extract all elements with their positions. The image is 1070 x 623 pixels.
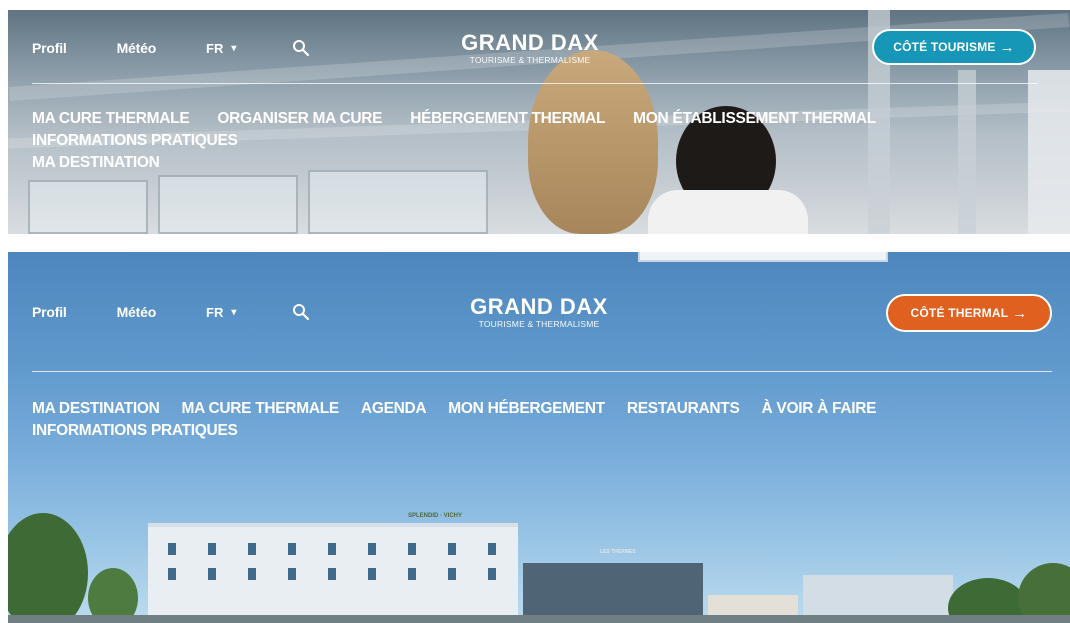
window: [368, 568, 376, 580]
main-menu: MA CURE THERMALE ORGANISER MA CURE HÉBER…: [32, 108, 1052, 174]
weather-link[interactable]: Météo: [117, 40, 157, 56]
window: [208, 543, 216, 555]
menu-item-agenda[interactable]: AGENDA: [361, 398, 427, 420]
header-divider: [32, 371, 1052, 372]
menu-item-informations-pratiques[interactable]: INFORMATIONS PRATIQUES: [32, 130, 238, 152]
utility-links: Profil Météo FR ▾: [32, 18, 310, 78]
header-divider: [32, 83, 1038, 84]
menu-item-mon-hebergement[interactable]: MON HÉBERGEMENT: [448, 398, 605, 420]
search-icon[interactable]: [292, 39, 310, 57]
tree: [8, 513, 88, 623]
menu-item-ma-destination[interactable]: MA DESTINATION: [32, 152, 1052, 174]
menu-item-informations-pratiques[interactable]: INFORMATIONS PRATIQUES: [32, 420, 238, 442]
chevron-down-icon: ▾: [231, 306, 237, 318]
tourism-site-header-screenshot: Profil Météo FR ▾ GRAND DAX TOURISME & T…: [8, 252, 1070, 623]
window: [168, 543, 176, 555]
cote-tourisme-button[interactable]: CÔTÉ TOURISME →: [872, 29, 1036, 65]
chevron-down-icon: ▾: [231, 42, 237, 54]
window: [328, 568, 336, 580]
window: [248, 568, 256, 580]
window: [288, 543, 296, 555]
arrow-right-icon: →: [1012, 304, 1028, 322]
tree: [1018, 563, 1070, 623]
main-menu: MA DESTINATION MA CURE THERMALE AGENDA M…: [32, 398, 1062, 442]
window: [328, 543, 336, 555]
brand-name: GRAND DAX: [470, 293, 608, 319]
menu-item-restaurants[interactable]: RESTAURANTS: [627, 398, 740, 420]
top-bar: Profil Météo FR ▾ GRAND DAX TOURISME & T…: [8, 18, 1070, 78]
menu-item-ma-cure-thermale[interactable]: MA CURE THERMALE: [32, 108, 190, 130]
menu-item-organiser-ma-cure[interactable]: ORGANISER MA CURE: [217, 108, 382, 130]
person-coat: [648, 190, 808, 234]
profile-link[interactable]: Profil: [32, 304, 67, 320]
window: [368, 543, 376, 555]
brand-logo[interactable]: GRAND DAX TOURISME & THERMALISME: [464, 282, 614, 342]
menu-item-mon-etablissement-thermal[interactable]: MON ÉTABLISSEMENT THERMAL: [633, 108, 876, 130]
window: [408, 543, 416, 555]
language-label: FR: [206, 40, 224, 56]
language-label: FR: [206, 304, 224, 320]
profile-link[interactable]: Profil: [32, 40, 67, 56]
hotel-sign: SPLENDID · VICHY: [408, 513, 463, 519]
city-skyline-photo: SPLENDID · VICHY LES THERMES: [8, 483, 1070, 623]
menu-item-a-voir-a-faire[interactable]: À VOIR À FAIRE: [762, 398, 877, 420]
thermal-site-header-screenshot: Profil Météo FR ▾ GRAND DAX TOURISME & T…: [8, 10, 1070, 234]
window: [208, 568, 216, 580]
arrow-right-icon: →: [999, 38, 1015, 56]
thermal-building: [523, 563, 703, 623]
language-selector[interactable]: FR ▾: [206, 41, 236, 56]
window: [448, 568, 456, 580]
brand-name: GRAND DAX: [461, 29, 599, 55]
menu-item-ma-cure-thermale[interactable]: MA CURE THERMALE: [182, 398, 340, 420]
language-selector[interactable]: FR ▾: [206, 305, 236, 320]
weather-link[interactable]: Météo: [117, 304, 157, 320]
window: [168, 568, 176, 580]
top-bar: Profil Météo FR ▾ GRAND DAX TOURISME & T…: [8, 282, 1070, 342]
brand-tagline: TOURISME & THERMALISME: [478, 318, 600, 329]
search-icon[interactable]: [292, 303, 310, 321]
window: [488, 543, 496, 555]
window: [288, 568, 296, 580]
window: [448, 543, 456, 555]
window: [308, 170, 488, 234]
utility-links: Profil Météo FR ▾: [32, 282, 310, 342]
cta-label: CÔTÉ TOURISME: [893, 40, 996, 54]
dropdown-edge: [638, 252, 888, 262]
menu-item-ma-destination[interactable]: MA DESTINATION: [32, 398, 160, 420]
cta-label: CÔTÉ THERMAL: [910, 306, 1009, 320]
window: [408, 568, 416, 580]
menu-item-hebergement-thermal[interactable]: HÉBERGEMENT THERMAL: [410, 108, 605, 130]
brand-logo[interactable]: GRAND DAX TOURISME & THERMALISME: [460, 18, 600, 78]
window: [158, 175, 298, 234]
river-embankment: [8, 615, 1070, 623]
window: [28, 180, 148, 234]
brand-tagline: TOURISME & THERMALISME: [469, 54, 591, 65]
window: [488, 568, 496, 580]
window: [248, 543, 256, 555]
building-sign: LES THERMES: [600, 549, 636, 555]
cote-thermal-button[interactable]: CÔTÉ THERMAL →: [886, 294, 1052, 332]
